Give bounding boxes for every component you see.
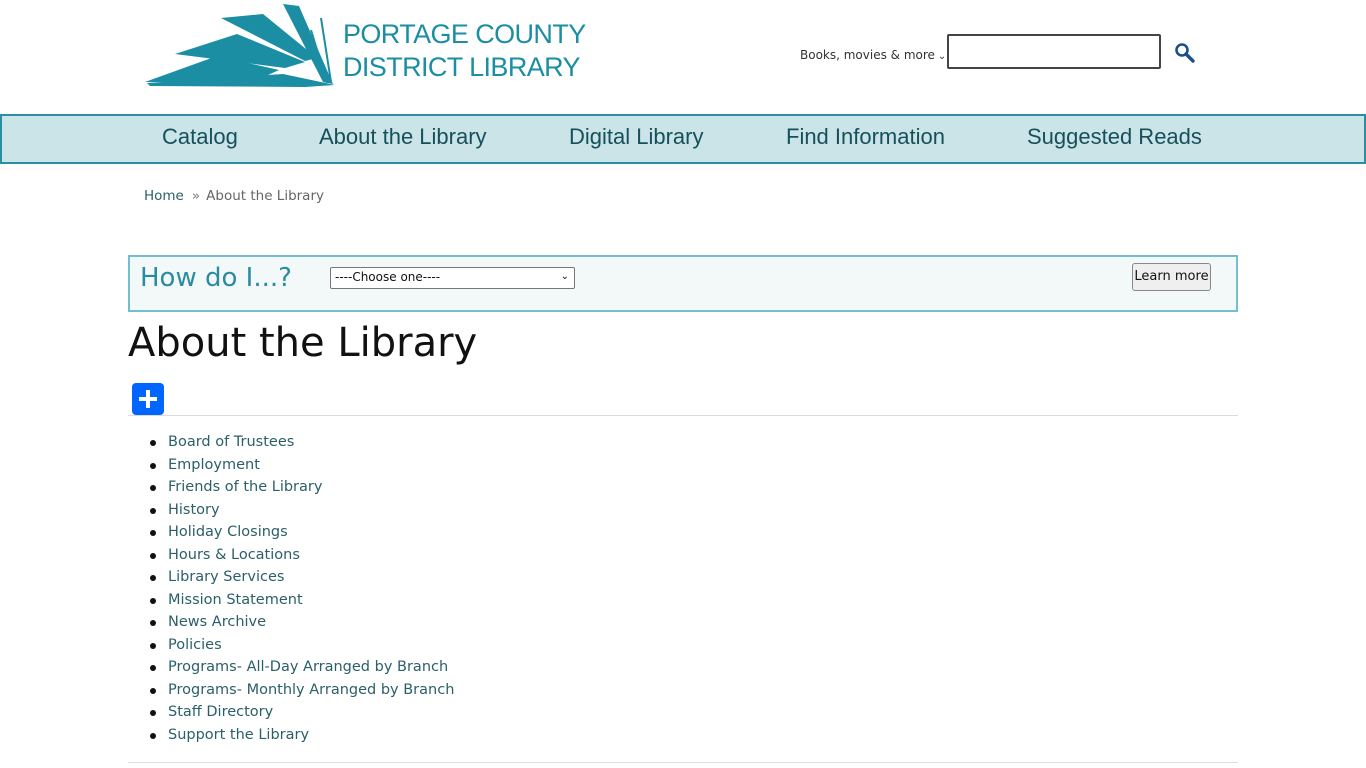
page-title: About the Library [128,320,478,366]
nav-item-suggested-reads[interactable]: Suggested Reads [1027,124,1202,150]
list-item: Employment [128,454,454,477]
divider-bottom [128,762,1238,763]
bullet-icon [150,665,156,671]
bullet-icon [150,597,156,604]
learn-more-button[interactable]: Learn more [1132,263,1211,291]
list-item: Board of Trustees [128,431,454,454]
logo-line-2: DISTRICT LIBRARY [343,52,581,82]
list-item: Policies [128,634,454,657]
how-do-i-select-value: ----Choose one---- [335,270,441,284]
list-item: Hours & Locations [128,544,454,567]
how-do-i-select[interactable]: ----Choose one---- ⌄ [330,267,575,289]
search-icon [1175,43,1195,63]
divider-top [128,415,1238,416]
logo-swoosh-icon [145,4,335,87]
link-history[interactable]: History [168,502,220,518]
nav-item-digital-library[interactable]: Digital Library [569,124,704,150]
how-do-i-label: How do I...? [140,263,292,293]
list-item: News Archive [128,611,454,634]
link-support-the-library[interactable]: Support the Library [168,727,309,743]
breadcrumb-home-link[interactable]: Home [144,188,184,204]
nav-item-about-the-library[interactable]: About the Library [319,124,487,150]
breadcrumb-current: About the Library [206,188,324,204]
link-holiday-closings[interactable]: Holiday Closings [168,524,288,540]
bullet-icon [150,687,156,694]
link-news-archive[interactable]: News Archive [168,614,266,630]
link-board-of-trustees[interactable]: Board of Trustees [168,434,294,450]
list-item: Mission Statement [128,589,454,612]
bullet-icon [150,575,156,581]
bullet-icon [150,485,156,491]
link-employment[interactable]: Employment [168,457,260,473]
main-nav: Catalog About the Library Digital Librar… [0,114,1366,164]
bullet-icon [150,507,156,514]
bullet-icon [150,620,156,626]
search-scope-label: Books, movies & more [800,48,935,62]
nav-item-find-information[interactable]: Find Information [786,124,945,150]
link-programs-all-day[interactable]: Programs- All-Day Arranged by Branch [168,659,448,675]
list-item: History [128,499,454,522]
link-policies[interactable]: Policies [168,637,222,653]
chevron-down-icon: ⌄ [560,271,569,282]
link-mission-statement[interactable]: Mission Statement [168,592,303,608]
link-programs-monthly[interactable]: Programs- Monthly Arranged by Branch [168,682,454,698]
search-button[interactable] [1174,42,1196,64]
list-item: Library Services [128,566,454,589]
bullet-icon [150,440,156,446]
share-button[interactable] [132,383,164,415]
search-scope-dropdown[interactable]: Books, movies & more ⌄ [800,48,946,62]
list-item: Friends of the Library [128,476,454,499]
bullet-icon [150,732,156,739]
link-library-services[interactable]: Library Services [168,569,284,585]
logo-text: PORTAGE COUNTY DISTRICT LIBRARY [343,18,586,84]
list-item: Programs- Monthly Arranged by Branch [128,679,454,702]
link-staff-directory[interactable]: Staff Directory [168,704,273,720]
logo-line-1: PORTAGE COUNTY [343,19,586,49]
link-hours-locations[interactable]: Hours & Locations [168,547,300,563]
list-item: Support the Library [128,724,454,747]
breadcrumb-separator: » [191,188,201,204]
bullet-icon [150,710,156,716]
link-friends-of-the-library[interactable]: Friends of the Library [168,479,322,495]
search-input[interactable] [947,34,1161,69]
library-logo[interactable]: PORTAGE COUNTY DISTRICT LIBRARY [145,4,586,88]
bullet-icon [150,552,156,559]
bullet-icon [150,530,156,536]
list-item: Staff Directory [128,701,454,724]
breadcrumb: Home » About the Library [144,188,324,204]
about-links-list: Board of Trustees Employment Friends of … [128,431,454,746]
list-item: Programs- All-Day Arranged by Branch [128,656,454,679]
chevron-down-icon: ⌄ [937,51,947,62]
bullet-icon [150,462,156,469]
list-item: Holiday Closings [128,521,454,544]
nav-item-catalog[interactable]: Catalog [162,124,238,150]
how-do-i-panel: How do I...? ----Choose one---- ⌄ Learn … [128,255,1238,312]
bullet-icon [150,642,156,649]
